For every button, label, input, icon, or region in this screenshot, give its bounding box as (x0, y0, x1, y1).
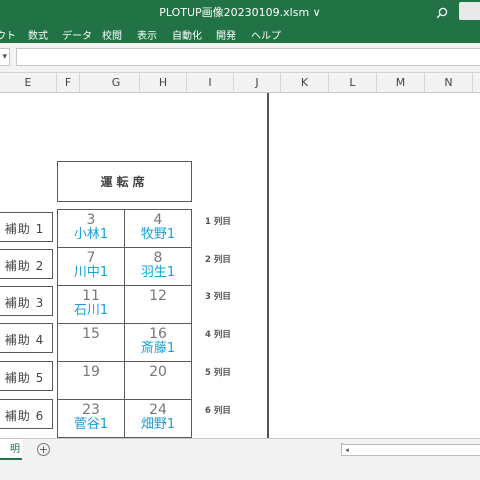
column-header-f[interactable]: F (57, 73, 80, 93)
seat-occupant: 小林1 (73, 227, 109, 242)
driver-seat-label: 運転席 (100, 175, 149, 189)
row-label: 6 列目 (205, 406, 231, 416)
seat-cell[interactable]: 7 川中1 (57, 247, 125, 286)
column-header-h[interactable]: H (140, 73, 187, 93)
excel-window: PLOTUP画像20230109.xlsm ∨ ウト 数式 データ 校閲 表示 … (0, 0, 480, 480)
window-title[interactable]: PLOTUP画像20230109.xlsm ∨ (0, 4, 480, 20)
seat-number: 7 (86, 250, 96, 266)
seat-number: 11 (82, 288, 100, 304)
driver-seat-box[interactable]: 運転席 (57, 161, 192, 202)
scroll-left-arrow-icon[interactable]: ◂ (343, 446, 351, 455)
column-header-k[interactable]: K (281, 73, 329, 93)
seat-cell[interactable]: 16 斎藤1 (124, 323, 192, 362)
tab-help[interactable]: ヘルプ (251, 27, 281, 42)
status-bar (0, 460, 480, 480)
seat-cell[interactable]: 20 (124, 361, 192, 400)
seat-cell[interactable]: 8 羽生1 (124, 247, 192, 286)
seat-number: 16 (149, 326, 167, 342)
horizontal-scrollbar[interactable]: ◂ (341, 444, 480, 456)
seat-number: 15 (82, 326, 100, 342)
formula-input[interactable] (16, 48, 480, 66)
seat-occupant: 畑野1 (140, 417, 176, 432)
tab-data[interactable]: データ (62, 27, 92, 42)
tab-automate[interactable]: 自動化 (172, 27, 202, 42)
seat-occupant: 川中1 (73, 265, 109, 280)
seat-cell[interactable]: 4 牧野1 (124, 209, 192, 248)
tab-formulas[interactable]: 数式 (28, 27, 48, 42)
seat-occupant: 菅谷1 (73, 417, 109, 432)
seat-cell[interactable]: 24 畑野1 (124, 399, 192, 438)
column-header-l[interactable]: L (329, 73, 377, 93)
seat-number: 3 (86, 212, 96, 228)
row-label: 1 列目 (205, 217, 231, 227)
search-icon[interactable] (436, 4, 448, 19)
seat-occupant: 斎藤1 (140, 341, 176, 356)
aux-seat-1[interactable]: 補助 1 (0, 212, 53, 242)
column-header-m[interactable]: M (377, 73, 425, 93)
ribbon-tab-bar: ウト 数式 データ 校閲 表示 自動化 開発 ヘルプ (0, 22, 480, 43)
add-sheet-button[interactable]: + (37, 443, 50, 456)
column-headers: E F G H I J K L M N (0, 73, 480, 93)
formula-bar: ▾ (0, 43, 480, 73)
title-bar: PLOTUP画像20230109.xlsm ∨ (0, 0, 480, 22)
name-box-dropdown[interactable]: ▾ (0, 48, 10, 66)
aux-seat-3[interactable]: 補助 3 (0, 286, 53, 316)
aux-seat-label: 補助 2 (4, 259, 45, 273)
seat-cell[interactable]: 11 石川1 (57, 285, 125, 324)
column-header-e[interactable]: E (0, 73, 57, 93)
seat-number: 20 (149, 364, 167, 380)
row-label: 4 列目 (205, 330, 231, 340)
aux-seat-label: 補助 4 (4, 333, 45, 347)
tab-page-layout[interactable]: ウト (0, 27, 16, 42)
aux-seat-label: 補助 1 (4, 222, 45, 236)
tab-view[interactable]: 表示 (137, 27, 157, 42)
column-header-n[interactable]: N (425, 73, 473, 93)
row-label: 5 列目 (205, 368, 231, 378)
aux-seat-label: 補助 5 (4, 371, 45, 385)
seat-number: 8 (153, 250, 163, 266)
column-header-i[interactable]: I (187, 73, 234, 93)
aux-seat-6[interactable]: 補助 6 (0, 399, 53, 429)
sheet-tab-active[interactable]: 明 (0, 439, 22, 460)
column-header-j[interactable]: J (234, 73, 281, 93)
aux-seat-5[interactable]: 補助 5 (0, 361, 53, 391)
tab-developer[interactable]: 開発 (216, 27, 236, 42)
worksheet-grid[interactable]: 運転席 補助 1 補助 2 補助 3 補助 4 補助 5 補助 6 3 小林1 … (0, 93, 480, 438)
sheet-tab-bar: 明 + ⋮ ◂ (0, 438, 480, 460)
account-avatar[interactable] (459, 2, 480, 20)
seat-cell[interactable]: 3 小林1 (57, 209, 125, 248)
seat-number: 19 (82, 364, 100, 380)
seat-cell[interactable]: 12 (124, 285, 192, 324)
column-header-g[interactable]: G (93, 73, 140, 93)
seat-occupant: 石川1 (73, 303, 109, 318)
tab-review[interactable]: 校閲 (102, 27, 122, 42)
aux-seat-4[interactable]: 補助 4 (0, 323, 53, 353)
seat-number: 24 (149, 402, 167, 418)
page-break-line (267, 93, 269, 438)
seat-number: 12 (149, 288, 167, 304)
seat-number: 4 (153, 212, 163, 228)
row-label: 2 列目 (205, 255, 231, 265)
seat-occupant: 牧野1 (140, 227, 176, 242)
seat-cell[interactable]: 15 (57, 323, 125, 362)
seat-occupant: 羽生1 (140, 265, 176, 280)
aux-seat-2[interactable]: 補助 2 (0, 249, 53, 279)
seat-number: 23 (82, 402, 100, 418)
seat-cell[interactable]: 23 菅谷1 (57, 399, 125, 438)
aux-seat-label: 補助 3 (4, 296, 45, 310)
aux-seat-label: 補助 6 (4, 409, 45, 423)
seat-cell[interactable]: 19 (57, 361, 125, 400)
row-label: 3 列目 (205, 292, 231, 302)
